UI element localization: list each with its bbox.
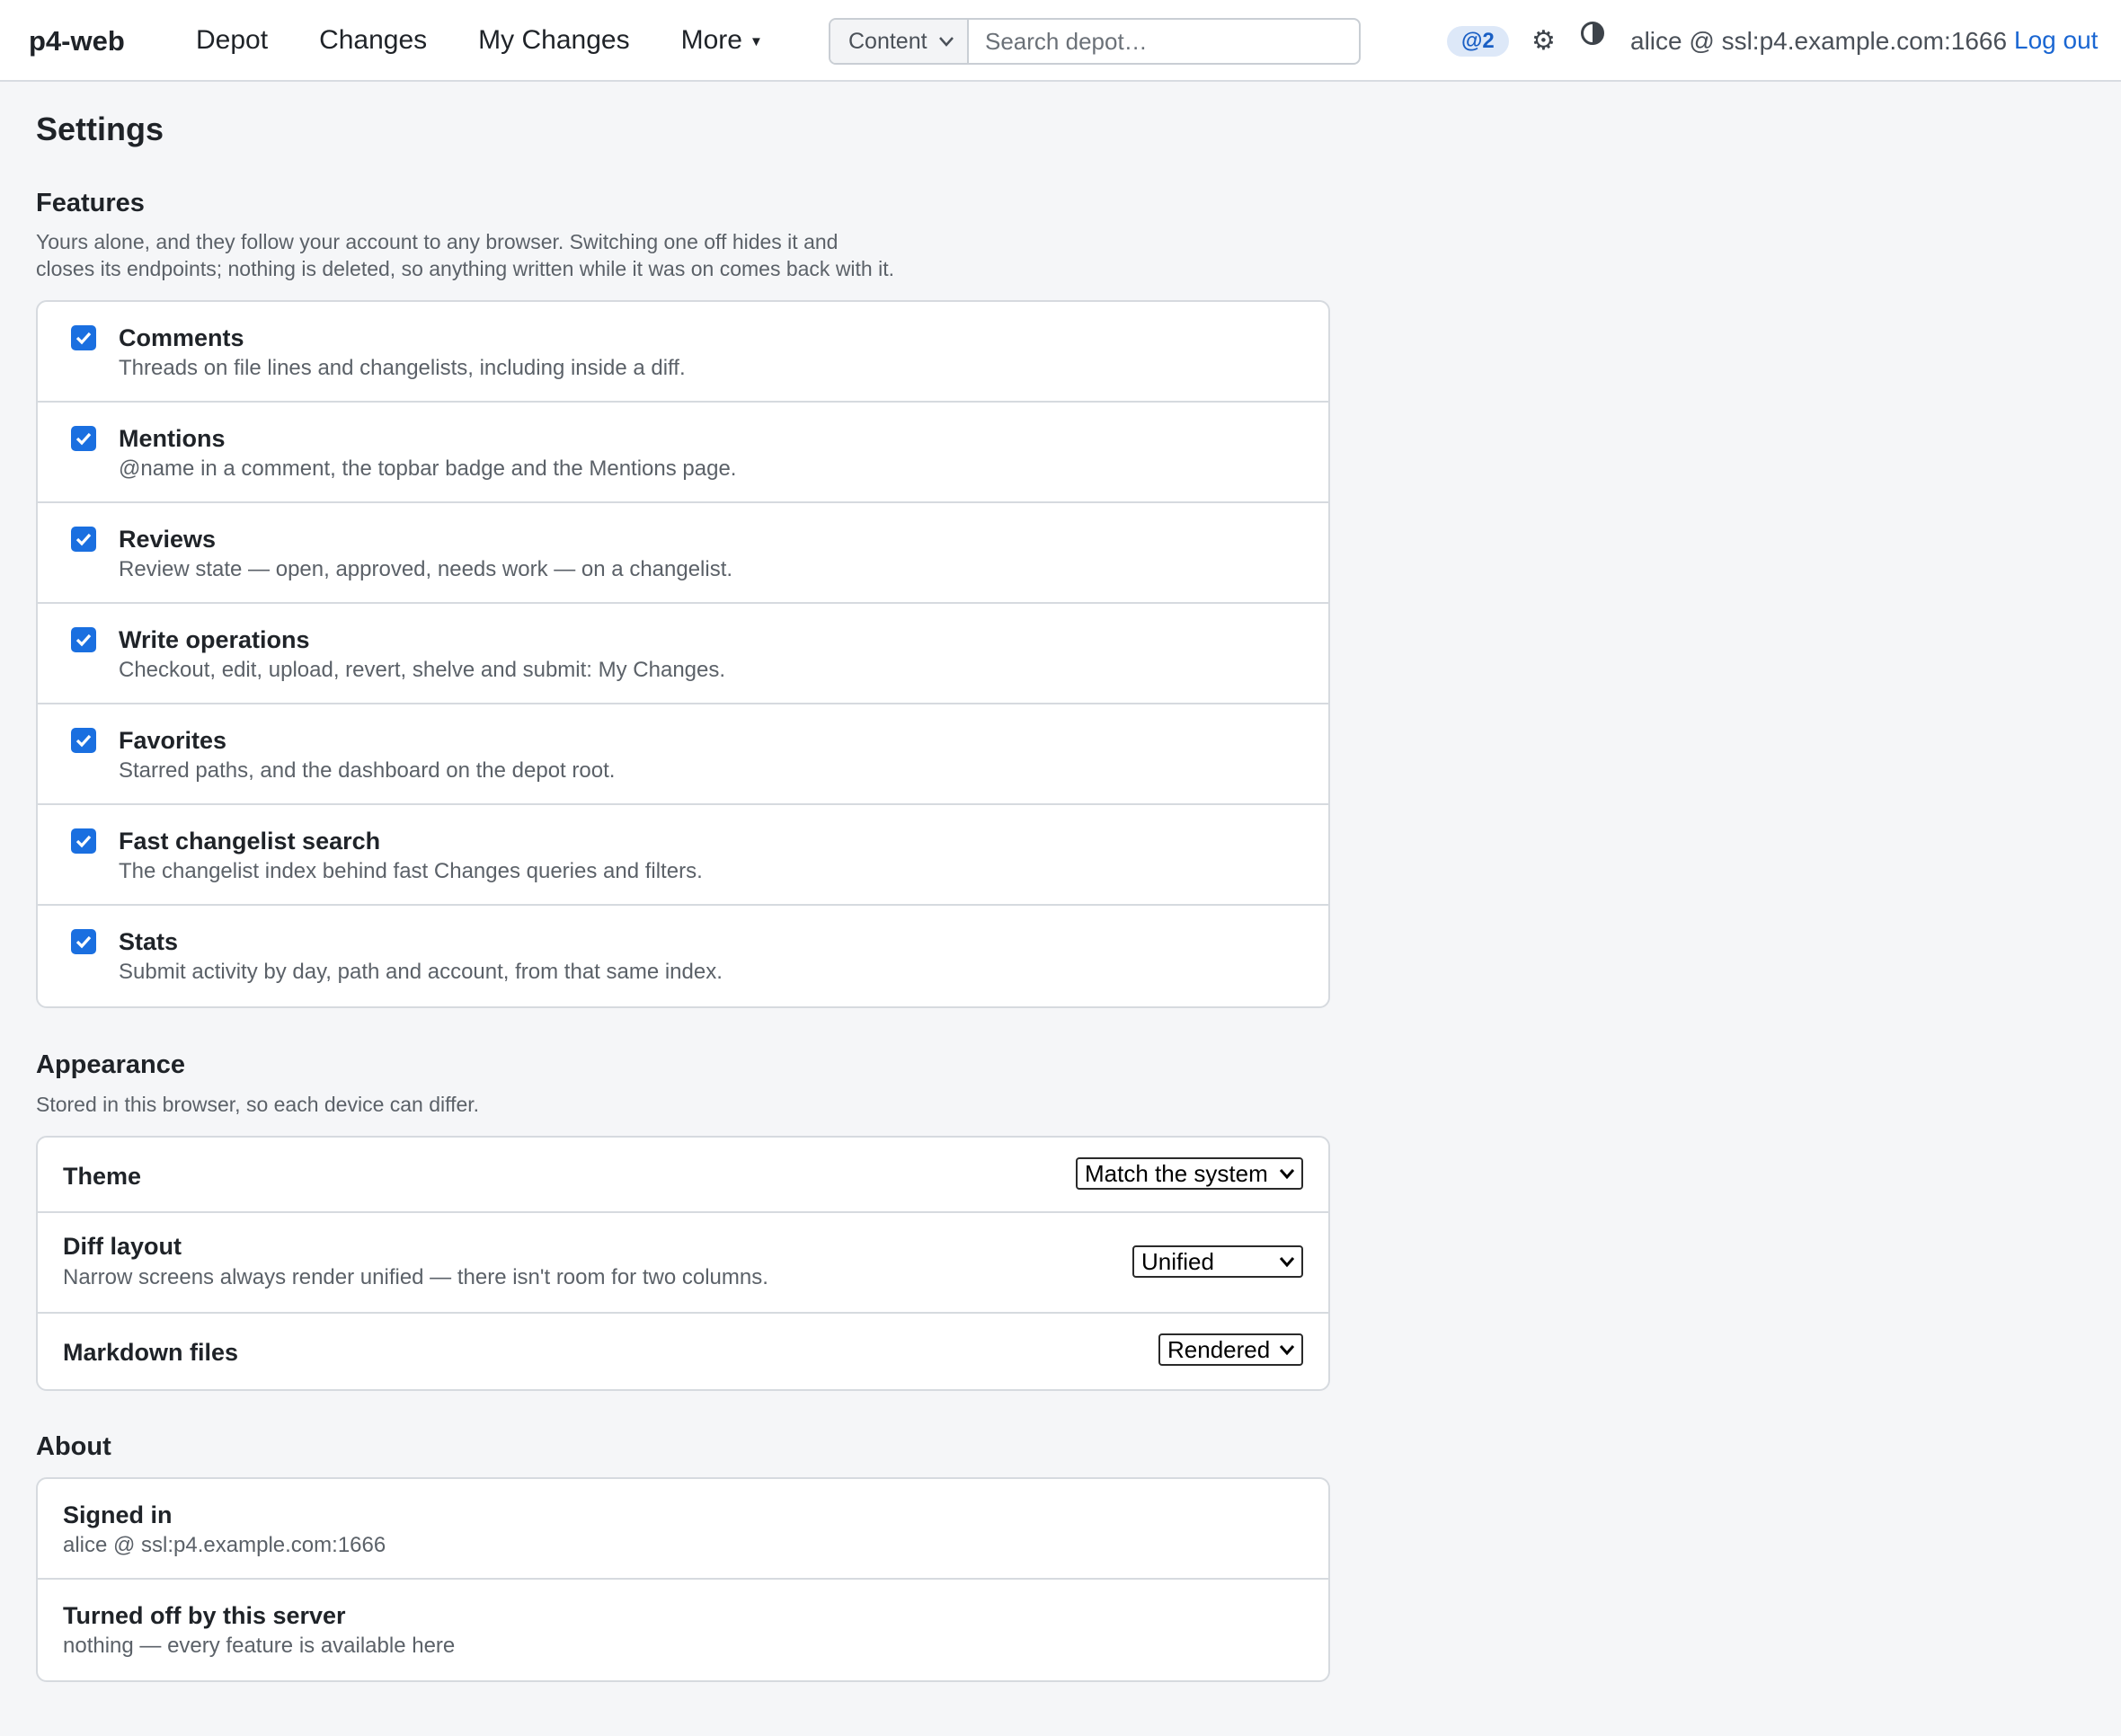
- features-description: Yours alone, and they follow your accoun…: [36, 230, 894, 280]
- theme-select-value: Match the system: [1085, 1159, 1268, 1187]
- write-operations-checkbox[interactable]: [71, 627, 96, 652]
- favorites-checkbox[interactable]: [71, 728, 96, 753]
- settings-page: Settings Features Yours alone, and they …: [36, 82, 1330, 1682]
- appearance-description: Stored in this browser, so each device c…: [36, 1093, 480, 1116]
- feature-row-fast-changelist-search: Fast changelist search The changelist in…: [38, 805, 1328, 906]
- signed-in-row: Signed in alice @ ssl:p4.example.com:166…: [38, 1479, 1328, 1580]
- about-section: About Signed in alice @ ssl:p4.example.c…: [36, 1434, 1330, 1682]
- feature-desc: Review state — open, approved, needs wor…: [119, 557, 733, 581]
- feature-desc: Submit activity by day, path and account…: [119, 960, 723, 984]
- mentions-checkbox[interactable]: [71, 426, 96, 451]
- gear-icon[interactable]: ⚙: [1531, 25, 1556, 57]
- stats-checkbox[interactable]: [71, 929, 96, 954]
- chevron-down-icon: [1278, 1162, 1296, 1191]
- feature-row-mentions: Mentions @name in a comment, the topbar …: [38, 403, 1328, 503]
- appearance-heading: Appearance: [36, 1050, 186, 1079]
- features-heading: Features: [36, 189, 145, 217]
- diff-layout-row: Diff layout Narrow screens always render…: [38, 1213, 1328, 1314]
- feature-row-comments: Comments Threads on file lines and chang…: [38, 302, 1328, 403]
- markdown-select[interactable]: Rendered: [1158, 1333, 1303, 1366]
- page-title: Settings: [36, 111, 164, 147]
- search-bar: Content: [829, 18, 1361, 65]
- search-scope-value: Content: [848, 28, 927, 54]
- diff-layout-label: Diff layout: [63, 1233, 182, 1260]
- signed-in-label: Signed in: [63, 1501, 173, 1528]
- feature-title: Reviews: [119, 526, 217, 553]
- markdown-label: Markdown files: [63, 1339, 239, 1366]
- feature-title: Mentions: [119, 425, 226, 452]
- theme-label: Theme: [63, 1163, 142, 1190]
- feature-desc: The changelist index behind fast Changes…: [119, 859, 703, 883]
- features-card: Comments Threads on file lines and chang…: [36, 300, 1330, 1008]
- chevron-down-icon: [1278, 1250, 1296, 1279]
- diff-layout-desc: Narrow screens always render unified — t…: [63, 1265, 768, 1289]
- markdown-row: Markdown files Rendered: [38, 1314, 1328, 1389]
- mentions-badge[interactable]: @2: [1447, 26, 1509, 57]
- theme-row: Theme Match the system: [38, 1138, 1328, 1213]
- appearance-card: Theme Match the system Diff layout Narro…: [36, 1136, 1330, 1391]
- nav-more-label: More: [680, 25, 742, 55]
- search-scope-select[interactable]: Content: [830, 20, 969, 63]
- feature-title: Stats: [119, 928, 179, 955]
- turned-off-row: Turned off by this server nothing — ever…: [38, 1580, 1328, 1680]
- feature-title: Comments: [119, 324, 244, 351]
- fast-changelist-search-checkbox[interactable]: [71, 828, 96, 854]
- turned-off-value: nothing — every feature is available her…: [63, 1634, 456, 1658]
- feature-row-stats: Stats Submit activity by day, path and a…: [38, 906, 1328, 1006]
- features-section: Features Yours alone, and they follow yo…: [36, 190, 1330, 1008]
- about-card: Signed in alice @ ssl:p4.example.com:166…: [36, 1477, 1330, 1682]
- main-nav: Depot Changes My Changes More ▼: [196, 25, 763, 56]
- feature-row-reviews: Reviews Review state — open, approved, n…: [38, 503, 1328, 604]
- nav-changes[interactable]: Changes: [319, 25, 427, 56]
- nav-depot[interactable]: Depot: [196, 25, 268, 56]
- chevron-down-icon: [938, 29, 954, 59]
- nav-my-changes[interactable]: My Changes: [478, 25, 629, 56]
- brand-logo[interactable]: p4-web: [29, 25, 125, 58]
- comments-checkbox[interactable]: [71, 325, 96, 350]
- turned-off-label: Turned off by this server: [63, 1602, 346, 1629]
- feature-title: Favorites: [119, 727, 227, 754]
- feature-row-write-operations: Write operations Checkout, edit, upload,…: [38, 604, 1328, 704]
- feature-title: Fast changelist search: [119, 828, 381, 855]
- feature-desc: Checkout, edit, upload, revert, shelve a…: [119, 658, 726, 682]
- feature-desc: @name in a comment, the topbar badge and…: [119, 456, 737, 481]
- topbar: p4-web Depot Changes My Changes More ▼ Co…: [0, 0, 2121, 82]
- search-input[interactable]: [969, 20, 1359, 63]
- nav-more[interactable]: More ▼: [681, 25, 763, 56]
- account-label: alice @ ssl:p4.example.com:1666: [1630, 27, 2008, 55]
- feature-desc: Starred paths, and the dashboard on the …: [119, 758, 616, 783]
- contrast-icon[interactable]: [1581, 22, 1606, 47]
- markdown-select-value: Rendered: [1167, 1335, 1271, 1363]
- theme-select[interactable]: Match the system: [1076, 1157, 1303, 1190]
- feature-desc: Threads on file lines and changelists, i…: [119, 356, 686, 380]
- caret-down-icon: ▼: [749, 33, 763, 49]
- signed-in-value: alice @ ssl:p4.example.com:1666: [63, 1533, 386, 1557]
- logout-link[interactable]: Log out: [2014, 26, 2098, 55]
- appearance-section: Appearance Stored in this browser, so ea…: [36, 1052, 1330, 1391]
- diff-layout-select[interactable]: Unified: [1132, 1245, 1303, 1278]
- diff-layout-select-value: Unified: [1141, 1247, 1214, 1275]
- reviews-checkbox[interactable]: [71, 527, 96, 552]
- about-heading: About: [36, 1432, 111, 1461]
- feature-title: Write operations: [119, 626, 310, 653]
- chevron-down-icon: [1278, 1338, 1296, 1367]
- feature-row-favorites: Favorites Starred paths, and the dashboa…: [38, 704, 1328, 805]
